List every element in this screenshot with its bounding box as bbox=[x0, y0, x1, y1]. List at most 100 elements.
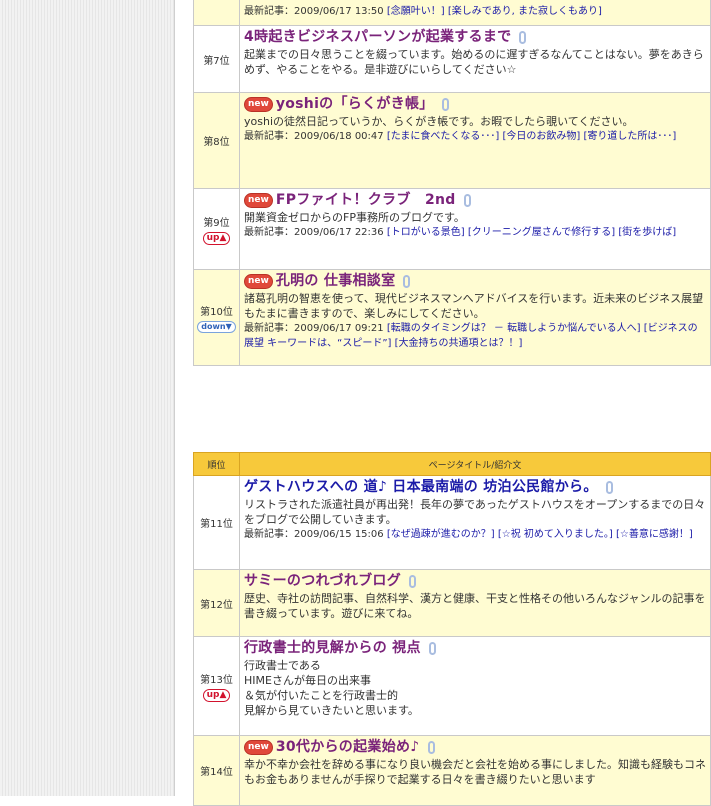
ranking-table-bottom: 順位 ページタイトル/紹介文 第11位 ゲストハウスへの 道♪ 日本最南端の 坊泊… bbox=[193, 452, 711, 806]
article-link[interactable]: [クリーニング屋さんで修行する] bbox=[468, 227, 615, 238]
latest-articles: 最新記事：2009/06/17 13:50 [念願叶い！] [楽しみであり, ま… bbox=[244, 4, 706, 19]
sidebar-divider bbox=[174, 0, 175, 796]
latest-label: 最新記事： bbox=[244, 227, 294, 238]
latest-label: 最新記事： bbox=[244, 131, 294, 142]
header-title: ページタイトル/紹介文 bbox=[239, 452, 711, 476]
entry-description-line: 見解から見ていきたいと思います。 bbox=[244, 704, 419, 717]
latest-label: 最新記事： bbox=[244, 6, 294, 17]
rank-cell: 第9位 up▲ bbox=[193, 188, 240, 270]
entry-cell: new yoshiの「らくがき帳」 yoshiの徒然日記っていうか、らくがき帳です。… bbox=[239, 92, 711, 189]
entry-description-line: HIMEさんが毎日の出来事 bbox=[244, 674, 371, 687]
entry-cell: new 孔明の 仕事相談室諸葛孔明の智恵を使って、現代ビジネスマンへアドバイスを行… bbox=[239, 269, 711, 366]
blog-title-link[interactable]: FPファイト！クラブ 2nd bbox=[276, 193, 456, 208]
clip-icon[interactable] bbox=[403, 275, 411, 288]
rank-label: 第8位 bbox=[203, 137, 230, 148]
latest-label: 最新記事： bbox=[244, 529, 294, 540]
entry-cell: 行政書士的見解からの 視点 行政書士である HIMEさんが毎日の出来事 ＆気が付いたこ… bbox=[239, 636, 711, 736]
latest-date: 2009/06/15 15:06 bbox=[294, 529, 384, 540]
ranking-row: 第14位 new 30代からの起業始め♪ 幸か不幸か会社を辞める事になり良い機会だと会… bbox=[193, 735, 711, 806]
rank-cell: 第13位 up▲ bbox=[193, 636, 240, 736]
article-link[interactable]: [街を歩けば] bbox=[618, 227, 676, 238]
article-link[interactable]: [寄り道した所は･･･] bbox=[584, 131, 677, 142]
article-link[interactable]: [今日のお飲み物] bbox=[503, 131, 581, 142]
new-badge-icon: new bbox=[244, 274, 273, 289]
clip-icon[interactable] bbox=[463, 194, 471, 207]
entry-title-row: ゲストハウスへの 道♪ 日本最南端の 坊泊公民館から。 bbox=[244, 480, 706, 495]
ranking-row: 第10位 down▼ new 孔明の 仕事相談室 諸葛孔明の智恵を使って、現代ビジネスマ… bbox=[193, 269, 711, 366]
article-link[interactable]: [☆善意に感謝！] bbox=[616, 529, 693, 540]
article-link[interactable]: [☆祝 初めて入りました。] bbox=[498, 529, 613, 540]
entry-title-row: 行政書士的見解からの 視点 bbox=[244, 641, 706, 656]
article-link[interactable]: [楽しみであり, また寂しくもあり] bbox=[448, 6, 602, 17]
latest-date: 2009/06/18 00:47 bbox=[294, 131, 384, 142]
entry-description: 開業資金ゼロからのFP事務所のブログです。 bbox=[244, 211, 465, 224]
ranking-row: 第11位 ゲストハウスへの 道♪ 日本最南端の 坊泊公民館から。 リストラされた派遣… bbox=[193, 475, 711, 570]
entry-title-row: new 孔明の 仕事相談室 bbox=[244, 274, 706, 289]
blog-title-link[interactable]: 孔明の 仕事相談室 bbox=[276, 274, 396, 289]
entry-cell: 4時起きビジネスパーソンが起業するまで起業までの日々思うことを綴っています。始め… bbox=[239, 25, 711, 93]
entry-cell: new FPファイト！クラブ 2nd 開業資金ゼロからのFP事務所のブログです。 最新… bbox=[239, 188, 711, 270]
rank-label: 第13位 bbox=[200, 674, 233, 686]
clip-icon[interactable] bbox=[441, 98, 449, 111]
ranking-row: 第8位 new yoshiの「らくがき帳」 yoshiの徒然日記っていうか、らくがき帳… bbox=[193, 92, 711, 189]
entry-cell: new 30代からの起業始め♪ 幸か不幸か会社を辞める事になり良い機会だと会社を始め… bbox=[239, 735, 711, 806]
ranking-row: 第13位 up▲ 行政書士的見解からの 視点 行政書士である HIMEさんが毎日の出来事… bbox=[193, 636, 711, 736]
rank-cell: 第12位 bbox=[193, 569, 240, 637]
article-link[interactable]: [念願叶い！] bbox=[387, 6, 445, 17]
latest-articles: 最新記事：2009/06/17 09:21 [転職のタイミングは？ － 転職しよ… bbox=[244, 321, 706, 351]
latest-date: 2009/06/17 22:36 bbox=[294, 227, 384, 238]
rank-cell: 第7位 bbox=[193, 25, 240, 93]
blog-title-link[interactable]: 4時起きビジネスパーソンが起業するまで bbox=[244, 30, 511, 45]
left-sidebar-background bbox=[0, 0, 174, 796]
rank-down-badge: down▼ bbox=[197, 320, 236, 333]
entry-description-line: ＆気が付いたことを行政書士的 bbox=[244, 689, 398, 702]
rank-cell: 第11位 bbox=[193, 475, 240, 570]
article-link[interactable]: [なぜ過疎が進むのか？] bbox=[387, 529, 495, 540]
blog-title-link[interactable]: サミーのつれづれブログ bbox=[244, 574, 401, 589]
clip-icon[interactable] bbox=[409, 575, 417, 588]
rank-cell: 第14位 bbox=[193, 735, 240, 806]
latest-articles: 最新記事：2009/06/18 00:47 [たまに食べたくなる･･･] [今日… bbox=[244, 129, 706, 144]
ranking-row: 最新記事：2009/06/17 13:50 [念願叶い！] [楽しみであり, ま… bbox=[193, 0, 711, 26]
table-header-row: 順位 ページタイトル/紹介文 bbox=[193, 452, 711, 476]
entry-description: 幸か不幸か会社を辞める事になり良い機会だと会社を始める事にしました。知識も経験も… bbox=[244, 758, 706, 786]
clip-icon[interactable] bbox=[519, 31, 527, 44]
entry-description: 諸葛孔明の智恵を使って、現代ビジネスマンへアドバイスを行います。近未来のビジネス… bbox=[244, 292, 704, 320]
clip-icon[interactable] bbox=[427, 741, 435, 754]
ranking-row: 第7位 4時起きビジネスパーソンが起業するまで起業までの日々思うことを綴っています… bbox=[193, 25, 711, 93]
rank-label: 第7位 bbox=[203, 55, 230, 67]
entry-description: yoshiの徒然日記っていうか、らくがき帳です。お暇でしたら覗いてください。 bbox=[244, 115, 634, 128]
blog-title-link[interactable]: 行政書士的見解からの 視点 bbox=[244, 641, 421, 656]
entry-cell: サミーのつれづれブログ歴史、寺社の訪問記事、自然科学、漢方と健康、干支と性格その… bbox=[239, 569, 711, 637]
rank-label: 第9位 bbox=[203, 217, 230, 229]
clip-icon[interactable] bbox=[605, 481, 613, 494]
article-link[interactable]: [転職のタイミングは？ － 転職しようか悩んでいる人へ] bbox=[387, 323, 641, 334]
new-badge-icon: new bbox=[244, 97, 273, 112]
entry-title-row: new FPファイト！クラブ 2nd bbox=[244, 193, 706, 208]
entry-description: 歴史、寺社の訪問記事、自然科学、漢方と健康、干支と性格その他いろんなジャンルの記… bbox=[244, 592, 706, 620]
clip-icon[interactable] bbox=[428, 642, 436, 655]
entry-title-row: new yoshiの「らくがき帳」 bbox=[244, 97, 706, 112]
rank-label: 第11位 bbox=[200, 519, 233, 530]
entry-cell: ゲストハウスへの 道♪ 日本最南端の 坊泊公民館から。 リストラされた派遣社員が再… bbox=[239, 475, 711, 570]
blog-title-link[interactable]: 30代からの起業始め♪ bbox=[276, 740, 420, 755]
rank-up-badge: up▲ bbox=[202, 231, 231, 245]
entry-title-row: new 30代からの起業始め♪ bbox=[244, 740, 706, 755]
entry-cell: 最新記事：2009/06/17 13:50 [念願叶い！] [楽しみであり, ま… bbox=[239, 0, 711, 26]
article-link[interactable]: [大金持ちの共通項とは？！] bbox=[395, 338, 523, 349]
entry-description: 起業までの日々思うことを綴っています。始めるのに遅すぎるなんてことはない。夢をあ… bbox=[244, 48, 704, 76]
rank-cell: 第10位 down▼ bbox=[193, 269, 240, 366]
rank-cell bbox=[193, 0, 240, 26]
new-badge-icon: new bbox=[244, 740, 273, 755]
blog-title-link[interactable]: ゲストハウスへの 道♪ 日本最南端の 坊泊公民館から。 bbox=[244, 480, 598, 495]
header-rank: 順位 bbox=[193, 452, 240, 476]
rank-label: 第10位 bbox=[200, 306, 233, 318]
article-link[interactable]: [トロがいる景色] bbox=[387, 227, 465, 238]
article-link[interactable]: [たまに食べたくなる･･･] bbox=[387, 131, 500, 142]
entry-title-row: 4時起きビジネスパーソンが起業するまで bbox=[244, 30, 706, 45]
ranking-row: 第12位 サミーのつれづれブログ歴史、寺社の訪問記事、自然科学、漢方と健康、干支と… bbox=[193, 569, 711, 637]
latest-articles: 最新記事：2009/06/15 15:06 [なぜ過疎が進むのか？] [☆祝 初… bbox=[244, 527, 706, 542]
ranking-row: 第9位 up▲ new FPファイト！クラブ 2nd 開業資金ゼロからのFP事務所のブロ… bbox=[193, 188, 711, 270]
blog-title-link[interactable]: yoshiの「らくがき帳」 bbox=[276, 97, 434, 112]
latest-articles: 最新記事：2009/06/17 22:36 [トロがいる景色] [クリーニング屋… bbox=[244, 225, 706, 240]
